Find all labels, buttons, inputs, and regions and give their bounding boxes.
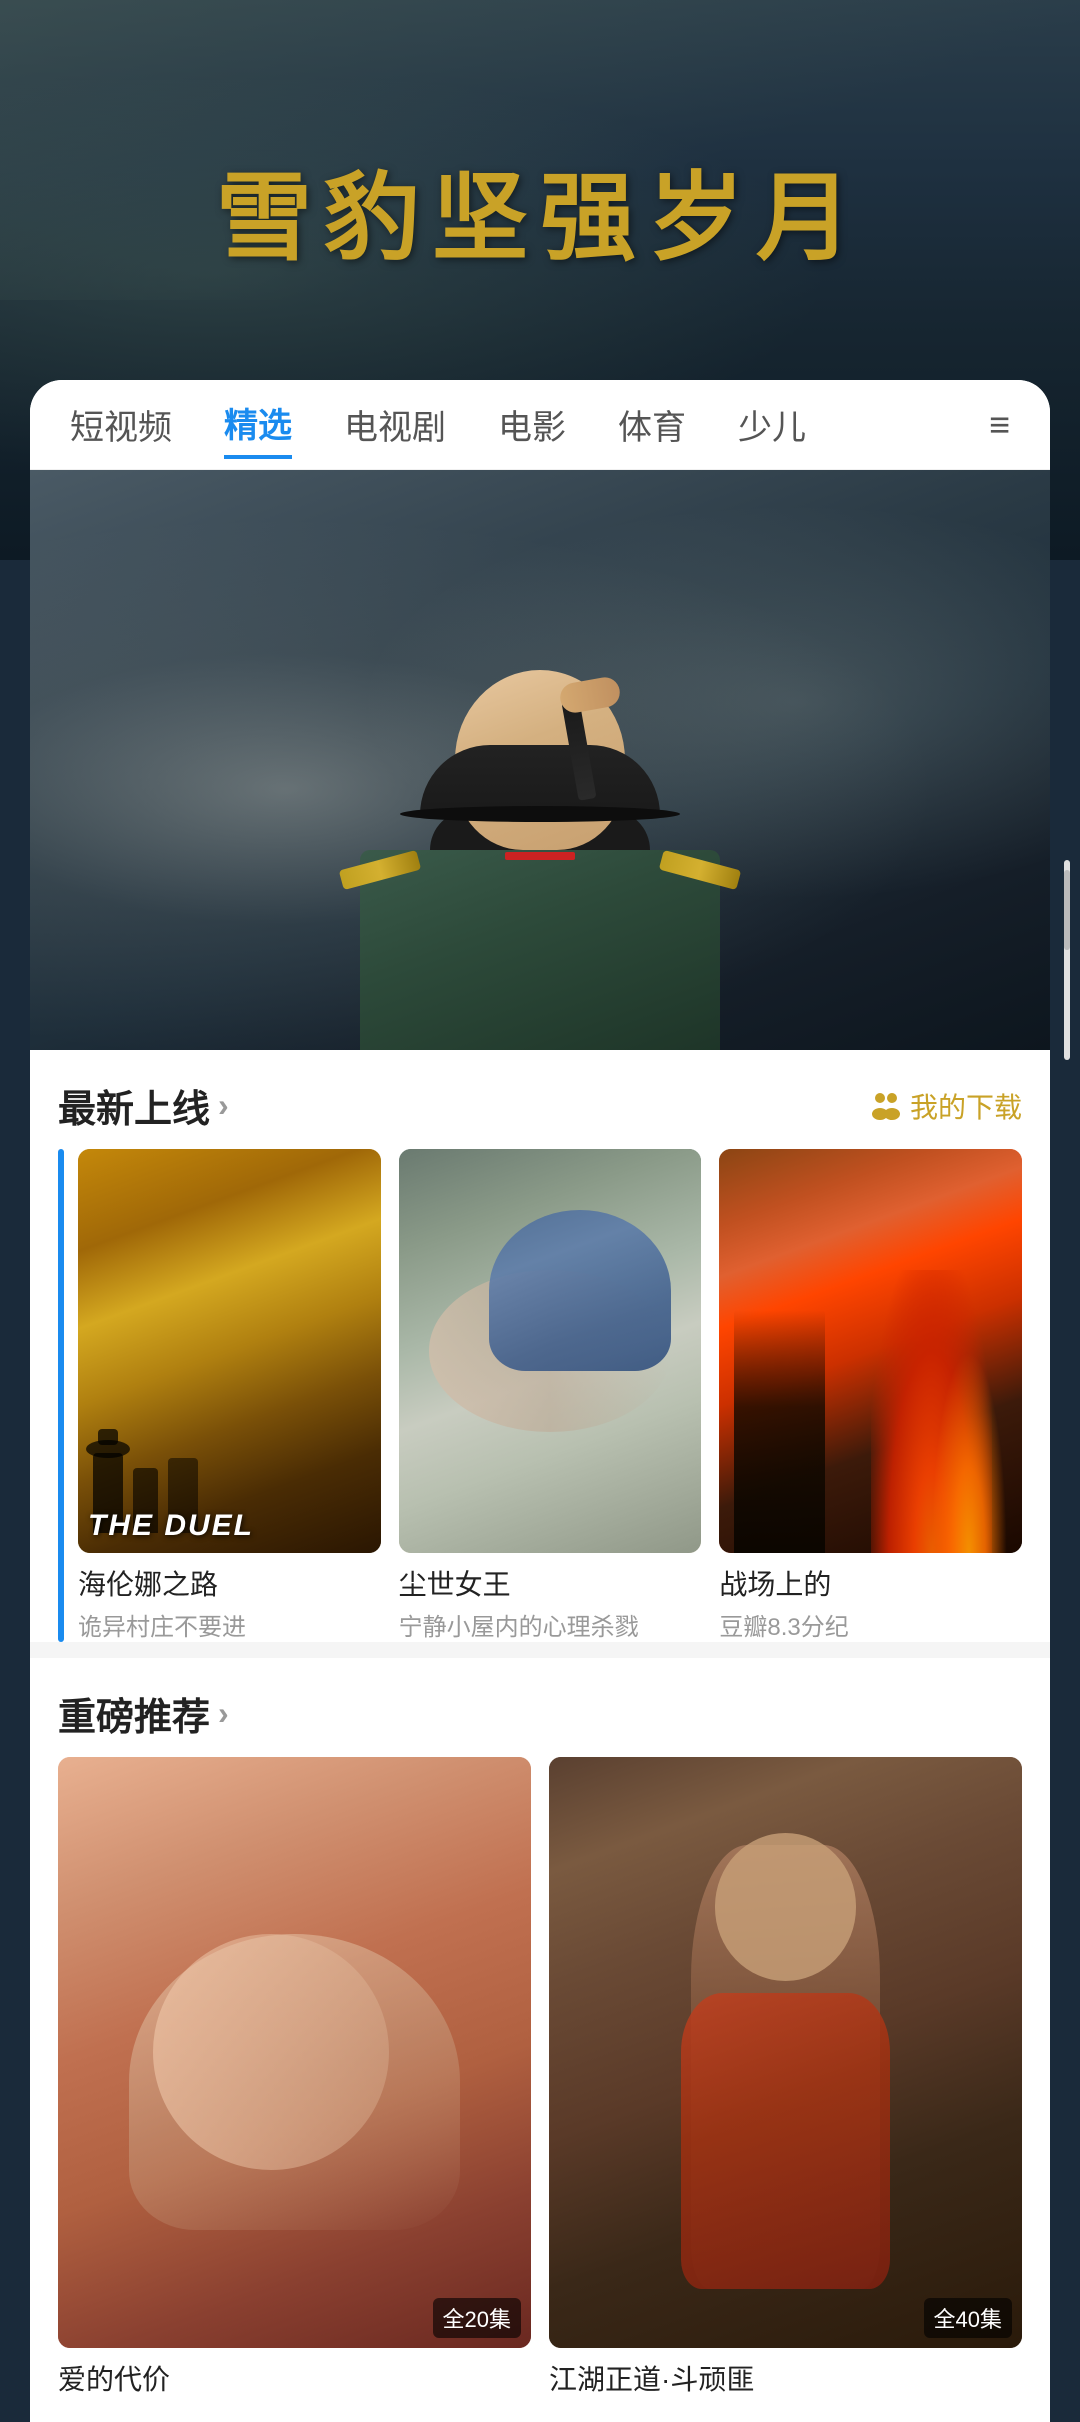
recommend-thumb-love: 全20集	[58, 1757, 531, 2348]
nav-tabs: 短视频 精选 电视剧 电影 体育 少儿 ≡	[30, 380, 1050, 470]
recommend-title-love: 爱的代价	[58, 2358, 531, 2398]
new-releases-section: 最新上线 › 我的下载	[30, 1050, 1050, 1642]
movie-card-battle[interactable]: 战场上的 豆瓣8.3分纪	[719, 1149, 1022, 1642]
featured-banner[interactable]	[30, 470, 1050, 1050]
tab-sports[interactable]: 体育	[618, 392, 686, 457]
new-releases-header: 最新上线 › 我的下载	[58, 1050, 1022, 1149]
recommendations-arrow[interactable]: ›	[218, 1695, 229, 1732]
tab-children[interactable]: 少儿	[738, 392, 806, 457]
recommendations-header: 重磅推荐 ›	[58, 1658, 1022, 1757]
hero-title: 雪豹坚强岁月	[0, 140, 1080, 279]
movie-title-battle: 战场上的	[719, 1563, 1022, 1603]
movie-subtitle-queen: 宁静小屋内的心理杀戮	[399, 1607, 702, 1642]
recommend-cards: 全20集 爱的代价 全40集 江湖正道·斗顽匪	[58, 1757, 1022, 2422]
recommend-card-love[interactable]: 全20集 爱的代价	[58, 1757, 531, 2398]
tab-movie[interactable]: 电影	[498, 392, 566, 457]
recommend-title-river: 江湖正道·斗顽匪	[549, 2358, 1022, 2398]
recommend-card-river[interactable]: 全40集 江湖正道·斗顽匪	[549, 1757, 1022, 2398]
banner-image	[30, 470, 1050, 1050]
scrollbar-thumb	[1064, 870, 1070, 950]
scrollbar[interactable]	[1064, 860, 1070, 1060]
recommend-thumb-river: 全40集	[549, 1757, 1022, 2348]
episode-badge-river: 全40集	[924, 2298, 1012, 2338]
movie-card-queen[interactable]: 尘世女王 宁静小屋内的心理杀戮	[399, 1149, 702, 1642]
movie-thumb-duel: THE DUEL	[78, 1149, 381, 1553]
movie-cards: THE DUEL 海伦娜之路 诡异村庄不要进 尘世女王 宁静小屋内的	[64, 1149, 1022, 1642]
movie-thumb-battle	[719, 1149, 1022, 1553]
recommendations-title: 重磅推荐 ›	[58, 1686, 229, 1741]
tab-short[interactable]: 短视频	[70, 392, 172, 457]
download-icon	[868, 1088, 904, 1124]
content-card: 短视频 精选 电视剧 电影 体育 少儿 ≡	[30, 380, 1050, 2422]
episode-badge-love: 全20集	[433, 2298, 521, 2338]
duel-title-overlay: THE DUEL	[88, 1509, 254, 1543]
movie-title-queen: 尘世女王	[399, 1563, 702, 1603]
movie-thumb-queen	[399, 1149, 702, 1553]
movie-subtitle-battle: 豆瓣8.3分纪	[719, 1607, 1022, 1642]
menu-icon[interactable]: ≡	[989, 404, 1010, 446]
tab-featured[interactable]: 精选	[224, 390, 292, 459]
new-releases-arrow[interactable]: ›	[218, 1087, 229, 1124]
download-link[interactable]: 我的下载	[868, 1086, 1022, 1126]
section-divider	[30, 1642, 1050, 1658]
movie-subtitle-duel: 诡异村庄不要进	[78, 1607, 381, 1642]
new-releases-row: THE DUEL 海伦娜之路 诡异村庄不要进 尘世女王 宁静小屋内的	[58, 1149, 1022, 1642]
new-releases-title: 最新上线 ›	[58, 1078, 229, 1133]
recommendations-section: 重磅推荐 › 全20集 爱的代价	[30, 1658, 1050, 2422]
tab-tv[interactable]: 电视剧	[344, 392, 446, 457]
movie-card-duel[interactable]: THE DUEL 海伦娜之路 诡异村庄不要进	[78, 1149, 381, 1642]
movie-title-duel: 海伦娜之路	[78, 1563, 381, 1603]
